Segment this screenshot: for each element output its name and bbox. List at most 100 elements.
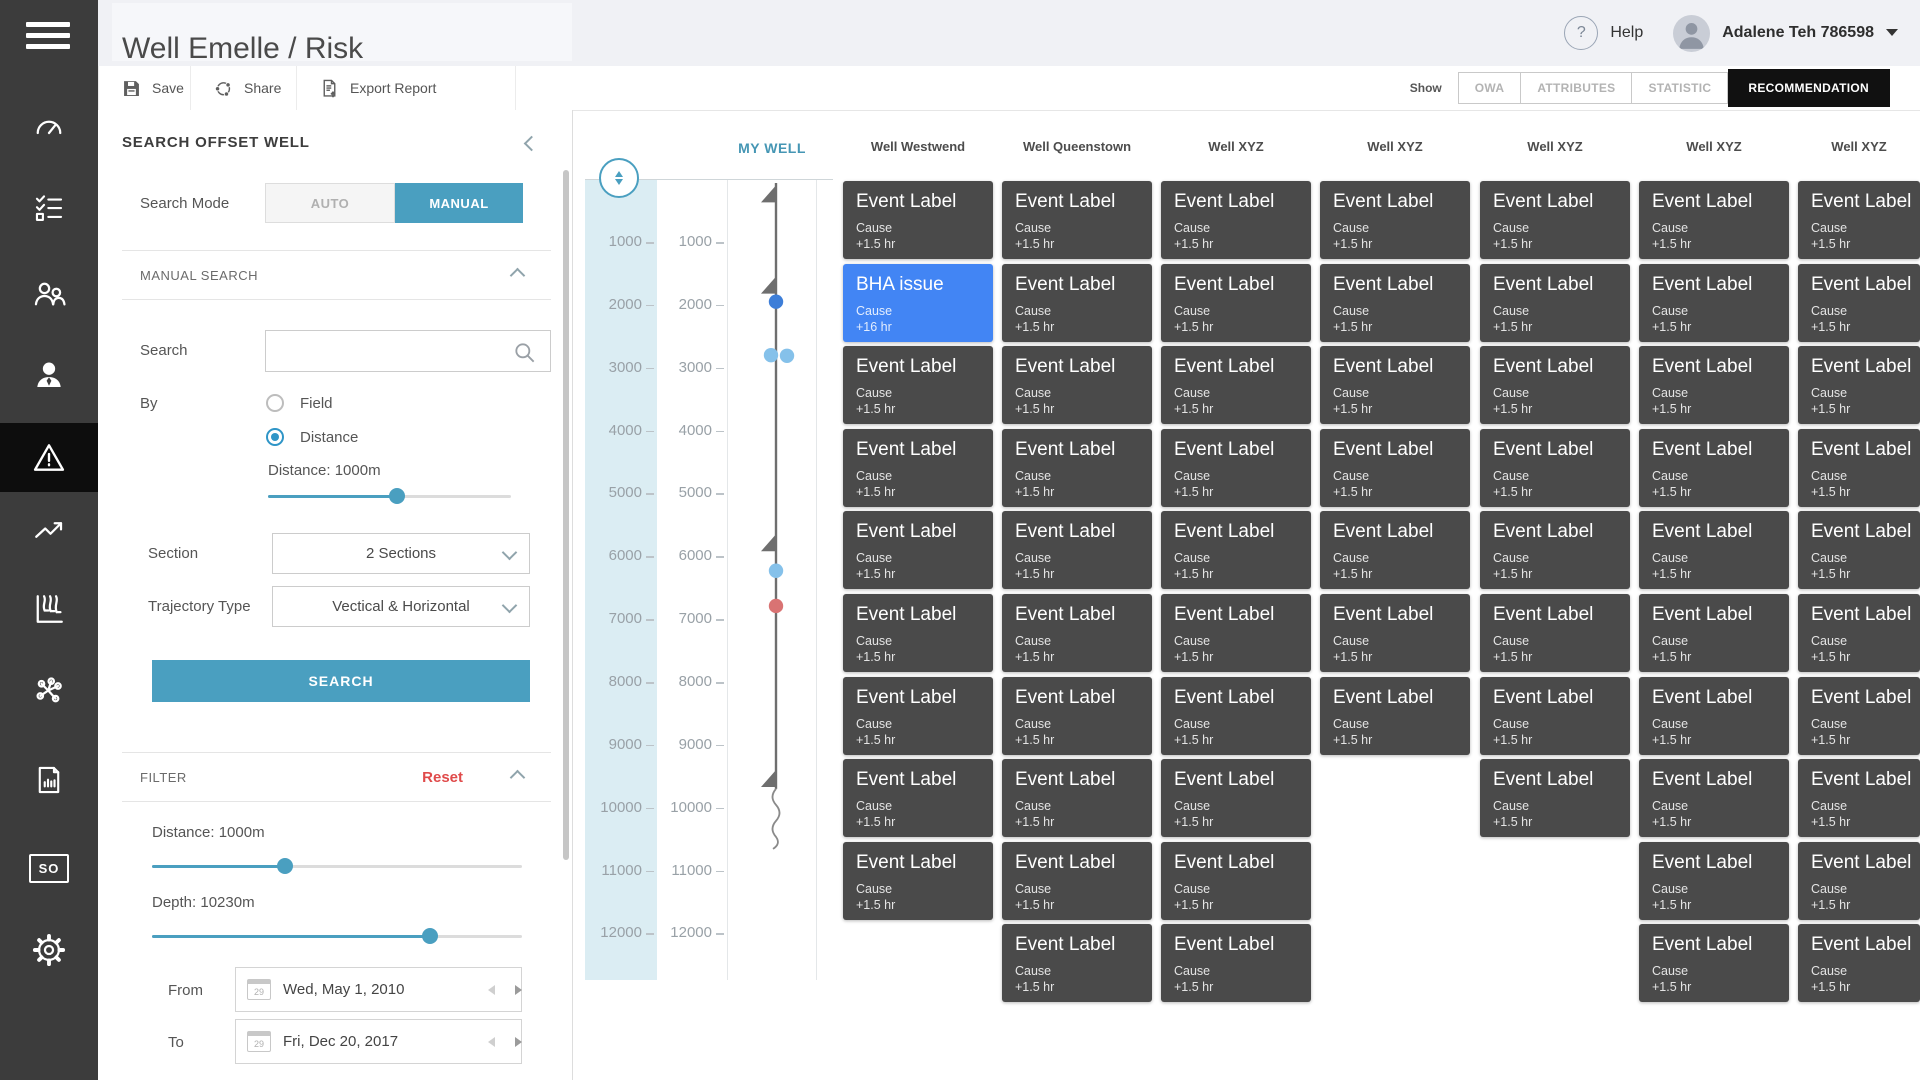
view-toggle-owa[interactable]: OWA <box>1458 72 1522 104</box>
sidebar-item-report[interactable] <box>0 745 98 815</box>
depth-scale-scroll-button[interactable] <box>599 158 639 198</box>
event-card[interactable]: Event LabelCause+1.5 hr <box>1480 759 1630 837</box>
filter-distance-slider[interactable] <box>152 858 522 874</box>
event-card[interactable]: Event LabelCause+1.5 hr <box>1161 429 1311 507</box>
panel-scrollbar[interactable] <box>563 170 569 860</box>
event-card[interactable]: Event LabelCause+1.5 hr <box>843 511 993 589</box>
event-card[interactable]: Event LabelCause+1.5 hr <box>1798 264 1920 342</box>
event-card[interactable]: Event LabelCause+1.5 hr <box>843 842 993 920</box>
collapse-panel-button[interactable] <box>526 136 537 154</box>
event-card[interactable]: Event LabelCause+1.5 hr <box>843 759 993 837</box>
event-card[interactable]: Event LabelCause+1.5 hr <box>1320 511 1470 589</box>
event-card[interactable]: Event LabelCause+1.5 hr <box>1320 181 1470 259</box>
event-card[interactable]: Event LabelCause+1.5 hr <box>1161 759 1311 837</box>
slider-thumb[interactable] <box>389 488 405 504</box>
event-card[interactable]: Event LabelCause+1.5 hr <box>1480 264 1630 342</box>
event-card[interactable]: Event LabelCause+1.5 hr <box>1798 759 1920 837</box>
to-date-picker[interactable]: 29 Fri, Dec 20, 2017 <box>235 1019 522 1064</box>
sidebar-item-so-module[interactable]: SO <box>0 833 98 903</box>
event-card[interactable]: Event LabelCause+1.5 hr <box>1002 511 1152 589</box>
event-card[interactable]: Event LabelCause+1.5 hr <box>1639 759 1789 837</box>
event-card-highlighted[interactable]: BHA issueCause+16 hr <box>843 264 993 342</box>
event-card[interactable]: Event LabelCause+1.5 hr <box>1480 594 1630 672</box>
avatar[interactable] <box>1673 15 1710 52</box>
event-card[interactable]: Event LabelCause+1.5 hr <box>1161 511 1311 589</box>
radio-distance-label[interactable]: Distance <box>300 429 358 446</box>
event-card[interactable]: Event LabelCause+1.5 hr <box>1002 181 1152 259</box>
manual-mode-button[interactable]: MANUAL <box>395 183 523 223</box>
event-card[interactable]: Event LabelCause+1.5 hr <box>1639 842 1789 920</box>
sidebar-item-dashboard[interactable] <box>0 92 98 162</box>
sidebar-item-team[interactable] <box>0 259 98 329</box>
sidebar-item-network[interactable] <box>0 657 98 727</box>
event-card[interactable]: Event LabelCause+1.5 hr <box>1480 181 1630 259</box>
radio-field-label[interactable]: Field <box>300 395 333 412</box>
event-card[interactable]: Event LabelCause+1.5 hr <box>1161 842 1311 920</box>
event-card[interactable]: Event LabelCause+1.5 hr <box>1161 346 1311 424</box>
sidebar-item-checklist[interactable] <box>0 173 98 243</box>
menu-icon[interactable] <box>26 22 70 55</box>
event-card[interactable]: Event LabelCause+1.5 hr <box>1161 594 1311 672</box>
event-card[interactable]: Event LabelCause+1.5 hr <box>843 429 993 507</box>
section-select[interactable]: 2 Sections <box>272 533 530 574</box>
trajectory-type-select[interactable]: Vectical & Horizontal <box>272 586 530 627</box>
user-name[interactable]: Adalene Teh 786598 <box>1722 24 1874 42</box>
distance-slider[interactable] <box>268 488 511 504</box>
reset-button[interactable]: Reset <box>422 769 463 786</box>
radio-distance[interactable] <box>266 428 284 446</box>
event-card[interactable]: Event LabelCause+1.5 hr <box>1320 346 1470 424</box>
event-card[interactable]: Event LabelCause+1.5 hr <box>1639 924 1789 1002</box>
prev-date-icon[interactable] <box>483 985 495 995</box>
event-card[interactable]: Event LabelCause+1.5 hr <box>1480 677 1630 755</box>
filter-section-header[interactable]: FILTER Reset <box>122 752 551 802</box>
view-toggle-statistic[interactable]: STATISTIC <box>1632 72 1728 104</box>
event-card[interactable]: Event LabelCause+1.5 hr <box>1639 511 1789 589</box>
slider-thumb[interactable] <box>422 928 438 944</box>
event-card[interactable]: Event LabelCause+1.5 hr <box>1639 181 1789 259</box>
event-card[interactable]: Event LabelCause+1.5 hr <box>1480 429 1630 507</box>
event-card[interactable]: Event LabelCause+1.5 hr <box>1798 346 1920 424</box>
event-card[interactable]: Event LabelCause+1.5 hr <box>1002 429 1152 507</box>
event-card[interactable]: Event LabelCause+1.5 hr <box>1798 677 1920 755</box>
search-input[interactable] <box>265 330 551 372</box>
event-card[interactable]: Event LabelCause+1.5 hr <box>1002 594 1152 672</box>
event-card[interactable]: Event LabelCause+1.5 hr <box>1320 264 1470 342</box>
event-card[interactable]: Event LabelCause+1.5 hr <box>1002 346 1152 424</box>
sidebar-item-risk-alerts[interactable] <box>0 423 98 492</box>
prev-date-icon[interactable] <box>483 1037 495 1047</box>
event-card[interactable]: Event LabelCause+1.5 hr <box>1320 429 1470 507</box>
sidebar-item-well-logs[interactable] <box>0 574 98 644</box>
event-card[interactable]: Event LabelCause+1.5 hr <box>1480 511 1630 589</box>
event-card[interactable]: Event LabelCause+1.5 hr <box>1002 924 1152 1002</box>
sidebar-item-trends[interactable] <box>0 495 98 565</box>
event-card[interactable]: Event LabelCause+1.5 hr <box>1161 264 1311 342</box>
event-card[interactable]: Event LabelCause+1.5 hr <box>1639 677 1789 755</box>
event-card[interactable]: Event LabelCause+1.5 hr <box>1639 429 1789 507</box>
view-toggle-recommendation[interactable]: RECOMMENDATION <box>1728 69 1890 107</box>
event-card[interactable]: Event LabelCause+1.5 hr <box>843 594 993 672</box>
event-card[interactable]: Event LabelCause+1.5 hr <box>1002 842 1152 920</box>
event-card[interactable]: Event LabelCause+1.5 hr <box>1639 264 1789 342</box>
help-label[interactable]: Help <box>1610 24 1643 42</box>
sidebar-item-engineer[interactable] <box>0 340 98 410</box>
event-card[interactable]: Event LabelCause+1.5 hr <box>1798 594 1920 672</box>
view-toggle-attributes[interactable]: ATTRIBUTES <box>1521 72 1632 104</box>
next-date-icon[interactable] <box>515 985 527 995</box>
search-button[interactable]: SEARCH <box>152 660 530 702</box>
filter-depth-slider[interactable] <box>152 928 522 944</box>
event-card[interactable]: Event LabelCause+1.5 hr <box>1798 511 1920 589</box>
sidebar-item-settings[interactable] <box>0 915 98 985</box>
event-card[interactable]: Event LabelCause+1.5 hr <box>1639 346 1789 424</box>
event-card[interactable]: Event LabelCause+1.5 hr <box>1161 677 1311 755</box>
event-card[interactable]: Event LabelCause+1.5 hr <box>1480 346 1630 424</box>
event-card[interactable]: Event LabelCause+1.5 hr <box>843 181 993 259</box>
event-card[interactable]: Event LabelCause+1.5 hr <box>1161 181 1311 259</box>
export-report-button[interactable]: Export Report <box>296 66 516 110</box>
chevron-down-icon[interactable] <box>1886 29 1898 42</box>
next-date-icon[interactable] <box>515 1037 527 1047</box>
event-card[interactable]: Event LabelCause+1.5 hr <box>1798 429 1920 507</box>
event-card[interactable]: Event LabelCause+1.5 hr <box>1639 594 1789 672</box>
event-card[interactable]: Event LabelCause+1.5 hr <box>1002 264 1152 342</box>
event-card[interactable]: Event LabelCause+1.5 hr <box>1002 759 1152 837</box>
event-card[interactable]: Event LabelCause+1.5 hr <box>1798 924 1920 1002</box>
